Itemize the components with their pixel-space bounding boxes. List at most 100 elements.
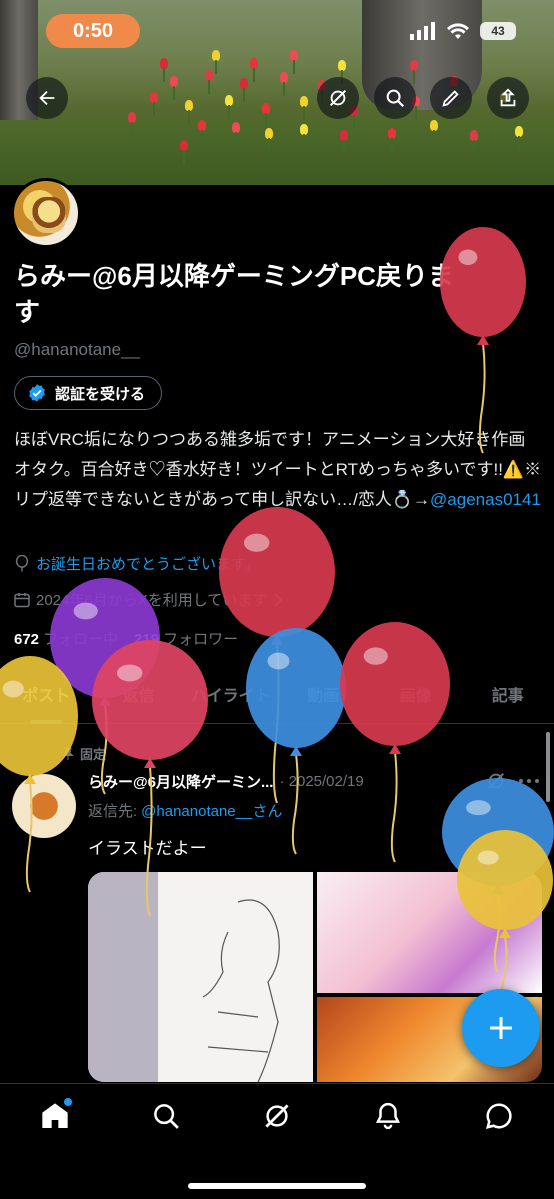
scrollbar[interactable]: [546, 732, 550, 802]
tulip-stem: [433, 130, 435, 144]
tulip-stem: [228, 105, 230, 119]
wifi-icon: [447, 23, 469, 39]
home-indicator: [188, 1183, 366, 1189]
tulip-stem: [303, 134, 305, 148]
search-icon: [154, 1104, 180, 1129]
status-icons: 43: [410, 22, 516, 40]
balloon: [340, 622, 450, 863]
tulip-stem: [215, 60, 217, 74]
chevron-right-icon: [274, 592, 283, 607]
tab-highlights[interactable]: ハイライト: [185, 664, 277, 723]
post-author-name[interactable]: らみー@6月以降ゲーミン...: [88, 771, 273, 792]
tulip-stem: [268, 138, 270, 152]
profile-display-name: らみー@6月以降ゲーミングPC戻りま す: [14, 258, 544, 330]
more-options-icon[interactable]: [515, 770, 543, 792]
tulip-stem: [391, 138, 393, 152]
tulip-stem: [473, 140, 475, 154]
birthday-row: お誕生日おめでとうございます。: [14, 553, 260, 574]
tulip-stem: [253, 68, 255, 82]
nav-messages[interactable]: [443, 1084, 554, 1148]
tab-images[interactable]: 画像: [369, 664, 461, 723]
edit-icon: [442, 90, 459, 107]
profile-handle: @hananotane__: [14, 340, 140, 359]
follow-counts: 672 フォロー中 219 フォロワー: [14, 628, 238, 649]
reply-to-handle[interactable]: @hananotane__さん: [141, 803, 282, 820]
post-author-avatar[interactable]: [12, 774, 76, 838]
nav-grok[interactable]: [222, 1084, 333, 1148]
profile-tabs: ポスト 返信 ハイライト 動画 画像 記事: [0, 664, 554, 724]
tulip-stem: [293, 60, 295, 74]
share-icon: [500, 88, 516, 107]
plus-icon: [490, 1017, 512, 1039]
post-date[interactable]: · 2025/02/19: [279, 773, 363, 790]
tab-posts[interactable]: ポスト: [0, 664, 92, 724]
edit-profile-button[interactable]: [430, 77, 472, 119]
bottom-navigation: [0, 1083, 554, 1199]
tulip-stem: [343, 140, 345, 154]
verified-badge-icon: [29, 384, 45, 402]
nav-search[interactable]: [111, 1084, 222, 1148]
tulip-stem: [415, 106, 417, 120]
pinned-indicator: 固定: [62, 744, 106, 763]
followers-count[interactable]: 219 フォロワー: [134, 628, 238, 649]
post-text: イラストだよー: [88, 839, 207, 858]
joined-row[interactable]: 2024年6月からXを利用しています: [14, 589, 283, 610]
compose-post-button[interactable]: [462, 989, 540, 1067]
profile-avatar[interactable]: [11, 178, 81, 248]
balloon: [219, 507, 335, 804]
get-verified-button[interactable]: 認証を受ける: [14, 376, 163, 410]
tulip-stem: [518, 136, 520, 150]
tulip-stem: [153, 102, 155, 116]
tulip-stem: [131, 122, 133, 136]
new-content-dot: [64, 1098, 72, 1106]
tulip-stem: [163, 68, 165, 82]
tab-videos[interactable]: 動画: [277, 664, 369, 723]
tulip-stem: [413, 70, 415, 84]
tulip-stem: [201, 130, 203, 144]
tab-replies[interactable]: 返信: [92, 664, 184, 723]
tulip-stem: [173, 86, 175, 100]
tab-articles[interactable]: 記事: [462, 664, 554, 723]
name-text: らみー@6月以降ゲーミングPC戻りま す: [14, 261, 454, 327]
reply-prefix: 返信先:: [88, 803, 138, 820]
tulip-stem: [265, 113, 267, 127]
tulip-stem: [183, 150, 185, 164]
profile-bio: ほぼVRC垢になりつつある雑多垢です！アニメーション大好き作画オタク。百合好き♡…: [14, 425, 542, 515]
signal-icon: [410, 22, 435, 40]
tulip-stem: [353, 115, 355, 129]
grok-icon[interactable]: [485, 770, 507, 792]
share-button[interactable]: [487, 77, 529, 119]
grok-icon: [265, 1104, 289, 1128]
media-image-pink[interactable]: [317, 872, 542, 994]
tulip-stem: [235, 132, 237, 146]
messages-icon: [485, 1103, 512, 1130]
tulip-stem: [208, 80, 210, 94]
search-button[interactable]: [374, 77, 416, 119]
pin-icon: [62, 747, 74, 760]
following-number: 672: [14, 631, 40, 648]
joined-text: 2024年6月からXを利用しています: [36, 592, 268, 609]
search-icon: [386, 89, 405, 108]
back-arrow-icon: [39, 90, 55, 106]
calendar-icon: [14, 592, 30, 607]
followers-label: フォロワー: [163, 631, 239, 648]
followers-number: 219: [134, 631, 160, 648]
back-button[interactable]: [26, 77, 68, 119]
grok-button[interactable]: [317, 77, 359, 119]
bio-mention-link[interactable]: @agenas0141: [430, 490, 541, 509]
balloon-icon: [15, 554, 29, 572]
following-count[interactable]: 672 フォロー中: [14, 628, 118, 649]
media-image-sketch[interactable]: [88, 872, 313, 1082]
get-verified-label: 認証を受ける: [55, 385, 146, 403]
notifications-icon: [375, 1102, 400, 1130]
avatar-character: [32, 197, 66, 233]
tulip-stem: [188, 110, 190, 124]
nav-home[interactable]: [0, 1084, 111, 1148]
nav-notifications[interactable]: [332, 1084, 443, 1148]
sketch-figure: [202, 899, 280, 1082]
battery-indicator: 43: [480, 22, 516, 40]
following-label: フォロー中: [43, 631, 119, 648]
grok-icon: [329, 89, 347, 107]
reply-to-line: 返信先: @hananotane__さん: [88, 800, 282, 821]
birthday-text: お誕生日おめでとうございます。: [36, 556, 260, 573]
